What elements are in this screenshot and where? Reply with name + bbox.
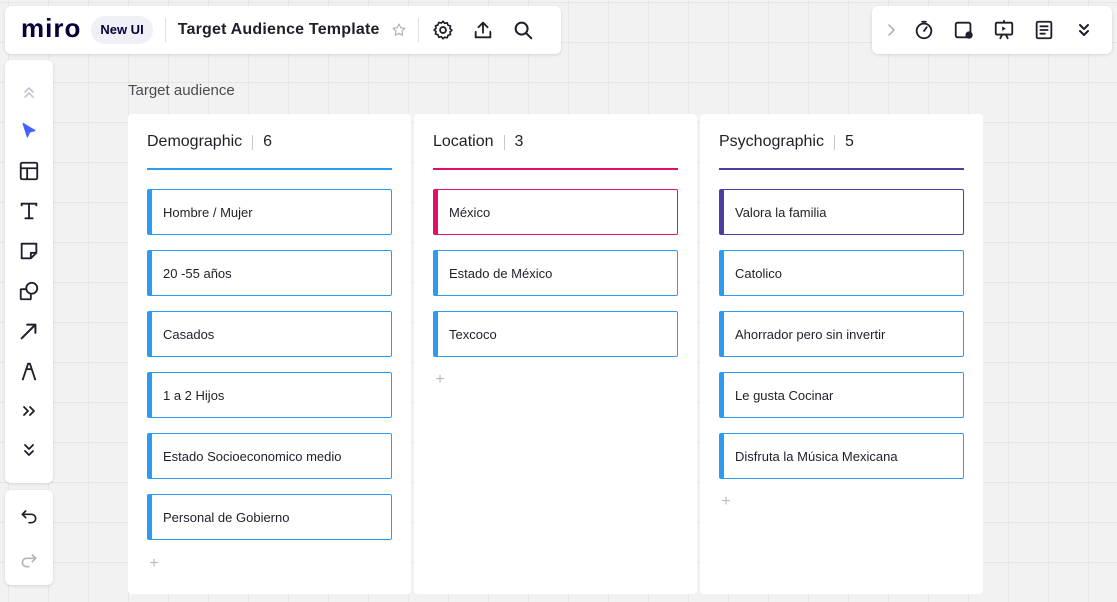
add-card-button[interactable]: + — [433, 372, 447, 388]
column-color-line — [147, 168, 392, 170]
divider — [252, 134, 254, 150]
divider — [503, 134, 505, 150]
present-icon[interactable] — [984, 10, 1024, 50]
history-panel — [5, 490, 53, 585]
cursor-icon[interactable] — [9, 113, 49, 149]
tool-palette — [5, 60, 53, 483]
reactions-icon[interactable] — [944, 10, 984, 50]
card-count: 5 — [844, 133, 854, 150]
chevrons-down-icon[interactable] — [1064, 10, 1104, 50]
add-card-button[interactable]: + — [147, 556, 161, 572]
column-color-line — [433, 168, 678, 170]
add-card-button[interactable]: + — [719, 494, 733, 510]
divider — [417, 18, 419, 42]
more-tools-icon[interactable] — [9, 393, 49, 429]
card[interactable]: Disfruta la Música Mexicana — [719, 433, 964, 479]
collapse-up-icon[interactable] — [9, 74, 49, 110]
notes-icon[interactable] — [1024, 10, 1064, 50]
column-header[interactable]: Demographic 6 — [147, 132, 392, 152]
column-color-line — [719, 168, 964, 170]
card[interactable]: Le gusta Cocinar — [719, 372, 964, 418]
divider — [833, 134, 835, 150]
card[interactable]: Estado Socioeconomico medio — [147, 433, 392, 479]
column-title: Location — [433, 133, 494, 150]
card-count: 3 — [514, 133, 524, 150]
card[interactable]: Ahorrador pero sin invertir — [719, 311, 964, 357]
kanban-column-location[interactable]: Location 3 México Estado de México Texco… — [414, 114, 697, 594]
board-title[interactable]: Target Audience Template — [178, 21, 380, 39]
card[interactable]: Valora la familia — [719, 189, 964, 235]
redo-icon[interactable] — [9, 542, 49, 578]
card[interactable]: Hombre / Mujer — [147, 189, 392, 235]
kanban-column-psychographic[interactable]: Psychographic 5 Valora la familia Catoli… — [700, 114, 983, 594]
frame-label[interactable]: Target audience — [128, 82, 235, 99]
sticky-note-icon[interactable] — [9, 233, 49, 269]
timer-icon[interactable] — [904, 10, 944, 50]
connector-arrow-icon[interactable] — [9, 313, 49, 349]
card[interactable]: Casados — [147, 311, 392, 357]
column-title: Psychographic — [719, 133, 824, 150]
card[interactable]: Estado de México — [433, 250, 678, 296]
card[interactable]: Personal de Gobierno — [147, 494, 392, 540]
kanban-column-demographic[interactable]: Demographic 6 Hombre / Mujer 20 -55 años… — [128, 114, 411, 594]
card[interactable]: 1 a 2 Hijos — [147, 372, 392, 418]
collaboration-toolbar — [872, 6, 1112, 54]
settings-icon[interactable] — [423, 10, 463, 50]
chevron-right-icon[interactable] — [878, 10, 904, 50]
column-header[interactable]: Psychographic 5 — [719, 132, 964, 152]
card[interactable]: Catolico — [719, 250, 964, 296]
expand-down-icon[interactable] — [9, 432, 49, 468]
top-toolbar: miro New UI Target Audience Template — [5, 6, 561, 54]
card[interactable]: 20 -55 años — [147, 250, 392, 296]
templates-icon[interactable] — [9, 153, 49, 189]
card-count: 6 — [263, 133, 273, 150]
column-title: Demographic — [147, 133, 243, 150]
pen-icon[interactable] — [9, 353, 49, 389]
search-icon[interactable] — [503, 10, 543, 50]
star-icon[interactable] — [384, 10, 414, 50]
divider — [164, 18, 166, 42]
column-header[interactable]: Location 3 — [433, 132, 678, 152]
undo-icon[interactable] — [9, 498, 49, 534]
new-ui-badge[interactable]: New UI — [91, 16, 153, 44]
card[interactable]: Texcoco — [433, 311, 678, 357]
shapes-icon[interactable] — [9, 273, 49, 309]
card[interactable]: México — [433, 189, 678, 235]
upload-icon[interactable] — [463, 10, 503, 50]
text-icon[interactable] — [9, 193, 49, 229]
miro-logo[interactable]: miro — [21, 13, 81, 44]
